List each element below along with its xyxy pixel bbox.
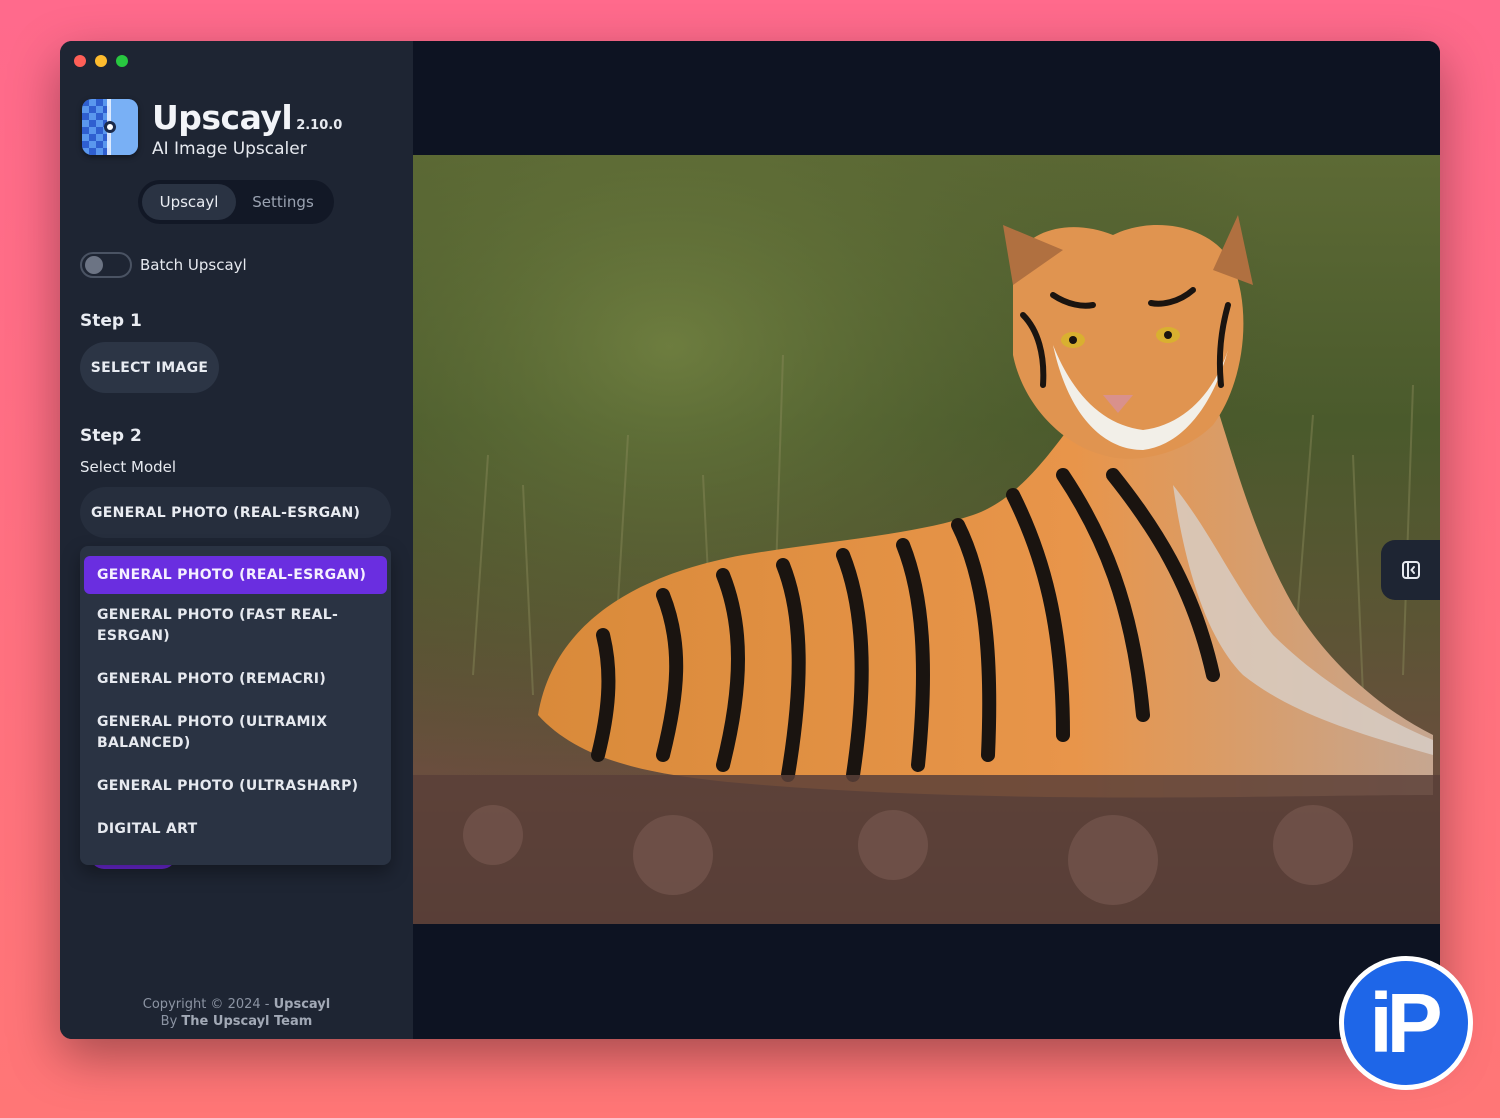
step1-title: Step 1 [80,311,142,331]
copyright-brand-link[interactable]: Upscayl [274,997,331,1012]
tab-bar: Upscayl Settings [138,180,334,224]
maximize-window-button[interactable] [116,55,128,67]
model-dropdown: GENERAL PHOTO (REAL-ESRGAN) GENERAL PHOT… [80,546,391,865]
sidebar: Upscayl 2.10.0 AI Image Upscaler Upscayl … [60,41,413,1039]
batch-toggle[interactable] [80,252,132,278]
sidebar-toggle-button[interactable] [1381,540,1440,600]
preview-area [413,41,1440,1039]
model-option[interactable]: GENERAL PHOTO (REAL-ESRGAN) [84,556,387,594]
app-logo-icon [82,99,138,155]
step2-title: Step 2 [80,426,142,446]
batch-row: Batch Upscayl [80,252,247,278]
model-option[interactable]: GENERAL PHOTO (ULTRAMIX BALANCED) [84,701,374,765]
batch-label: Batch Upscayl [140,256,247,274]
ip-watermark-logo: iP [1339,956,1473,1090]
toggle-knob [85,256,103,274]
app-subtitle: AI Image Upscaler [152,139,307,159]
model-option[interactable]: GENERAL PHOTO (ULTRASHARP) [84,765,387,808]
app-version: 2.10.0 [296,118,343,133]
panel-collapse-icon [1401,561,1420,579]
select-image-button[interactable]: SELECT IMAGE [80,342,219,393]
app-name: Upscayl [152,98,293,137]
copyright-text: Copyright © 2024 - [142,997,274,1012]
tab-settings[interactable]: Settings [236,184,330,220]
team-link[interactable]: The Upscayl Team [181,1014,312,1029]
minimize-window-button[interactable] [95,55,107,67]
window-controls [74,55,128,67]
model-select[interactable]: GENERAL PHOTO (REAL-ESRGAN) [80,487,391,538]
brand-header: Upscayl 2.10.0 AI Image Upscaler [82,99,342,159]
footer: Copyright © 2024 - Upscayl By The Upscay… [60,996,413,1030]
select-model-label: Select Model [80,458,177,476]
model-option[interactable]: GENERAL PHOTO (REMACRI) [84,658,387,701]
model-option[interactable]: DIGITAL ART [84,808,387,851]
model-option[interactable]: GENERAL PHOTO (FAST REAL-ESRGAN) [84,594,366,658]
close-window-button[interactable] [74,55,86,67]
ip-watermark-text: iP [1344,961,1468,1085]
app-window: Upscayl 2.10.0 AI Image Upscaler Upscayl … [60,41,1440,1039]
tiger-photo [413,155,1440,924]
by-text: By [160,1014,182,1029]
tab-upscayl[interactable]: Upscayl [142,184,236,220]
